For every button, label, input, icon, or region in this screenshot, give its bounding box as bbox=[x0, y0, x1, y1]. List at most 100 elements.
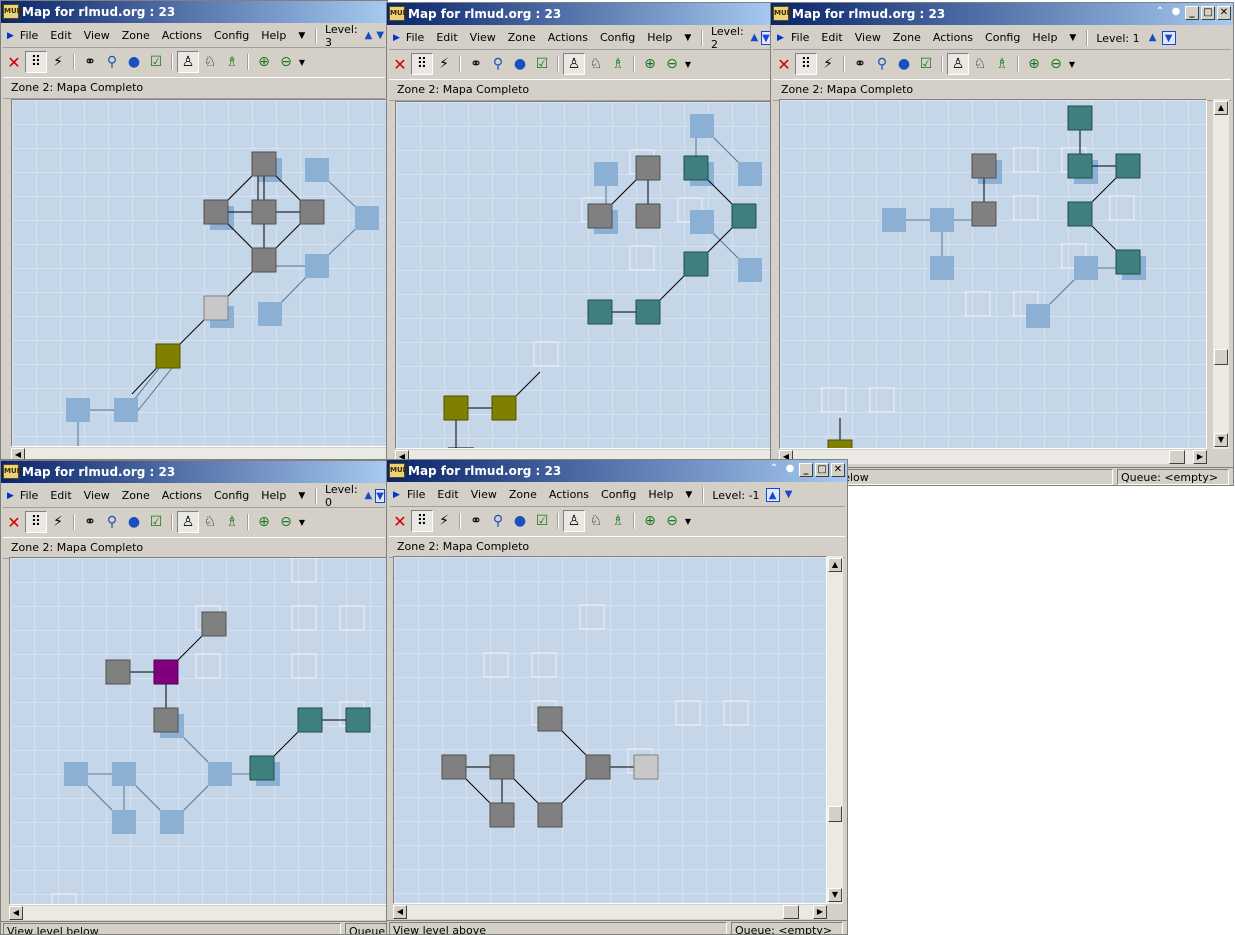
menu-config[interactable]: Config bbox=[594, 29, 641, 47]
scroll-down-button[interactable]: ▼ bbox=[828, 888, 842, 902]
walker-list-icon[interactable]: ♙ bbox=[177, 51, 199, 73]
vertical-scrollbar[interactable]: ▲ ▼ bbox=[827, 556, 843, 904]
menu-config[interactable]: Config bbox=[979, 29, 1026, 47]
level-down-button[interactable]: ▼ bbox=[782, 488, 796, 502]
title-bar[interactable]: MUD Map for rlmud.org : 23 ⌃ ● _ □ ✕ bbox=[771, 3, 1233, 25]
scroll-left-button[interactable]: ◀ bbox=[11, 448, 25, 459]
zoom-out-icon[interactable]: ⊖ bbox=[661, 510, 683, 532]
walker-path-icon[interactable]: ♘ bbox=[199, 511, 221, 533]
binoculars-icon[interactable]: ⚭ bbox=[465, 510, 487, 532]
map-canvas[interactable] bbox=[9, 557, 387, 905]
rollup-icon[interactable]: ⌃ bbox=[1153, 6, 1167, 20]
grid-icon[interactable]: ⠿ bbox=[25, 511, 47, 533]
menu-zone[interactable]: Zone bbox=[116, 27, 156, 45]
menu-actions[interactable]: Actions bbox=[156, 27, 208, 45]
menu-overflow-icon[interactable]: ▼ bbox=[1063, 33, 1082, 43]
menu-file[interactable]: File bbox=[400, 29, 430, 47]
menu-help[interactable]: Help bbox=[255, 487, 292, 505]
walker-icon[interactable]: ♗ bbox=[607, 53, 629, 75]
close-map-icon[interactable]: ✕ bbox=[773, 53, 795, 75]
level-up-button[interactable]: ▲ bbox=[364, 29, 374, 43]
map-canvas[interactable] bbox=[395, 101, 773, 449]
menu-grip-icon[interactable]: ▶ bbox=[393, 489, 401, 501]
scroll-thumb[interactable] bbox=[1214, 349, 1228, 365]
close-map-icon[interactable]: ✕ bbox=[389, 53, 411, 75]
close-button[interactable]: ✕ bbox=[1217, 6, 1231, 20]
menu-overflow-icon[interactable]: ▼ bbox=[678, 33, 697, 43]
menu-edit[interactable]: Edit bbox=[430, 29, 463, 47]
level-up-button[interactable]: ▲ bbox=[1146, 31, 1160, 45]
zoom-out-icon[interactable]: ⊖ bbox=[1045, 53, 1067, 75]
zoom-in-icon[interactable]: ⊕ bbox=[639, 53, 661, 75]
menu-grip-icon[interactable]: ▶ bbox=[7, 490, 14, 502]
magnifier-icon[interactable]: ⚲ bbox=[101, 511, 123, 533]
title-bar[interactable]: MUD Map for rlmud.org : 23 bbox=[1, 461, 387, 483]
find-user-icon[interactable]: ● bbox=[123, 51, 145, 73]
menu-view[interactable]: View bbox=[78, 487, 116, 505]
find-user-icon[interactable]: ● bbox=[509, 53, 531, 75]
magnifier-icon[interactable]: ⚲ bbox=[487, 53, 509, 75]
checkbox-icon[interactable]: ☑ bbox=[145, 511, 167, 533]
menu-zone[interactable]: Zone bbox=[502, 29, 542, 47]
find-user-icon[interactable]: ● bbox=[509, 510, 531, 532]
zoom-out-icon[interactable]: ⊖ bbox=[661, 53, 683, 75]
scroll-thumb[interactable] bbox=[783, 905, 799, 919]
map-canvas[interactable] bbox=[393, 556, 827, 904]
scroll-thumb[interactable] bbox=[1169, 450, 1185, 464]
walker-path-icon[interactable]: ♘ bbox=[585, 53, 607, 75]
walker-path-icon[interactable]: ♘ bbox=[969, 53, 991, 75]
wand-icon[interactable]: ⚡ bbox=[433, 510, 455, 532]
minimize-button[interactable]: _ bbox=[799, 463, 813, 477]
menu-zone[interactable]: Zone bbox=[116, 487, 156, 505]
walker-list-icon[interactable]: ♙ bbox=[563, 53, 585, 75]
title-bar[interactable]: MUD Map for rlmud.org : 23 bbox=[387, 3, 773, 25]
menu-view[interactable]: View bbox=[78, 27, 116, 45]
menu-help[interactable]: Help bbox=[1026, 29, 1063, 47]
minimize-button[interactable]: _ bbox=[1185, 6, 1199, 20]
walker-icon[interactable]: ♗ bbox=[221, 51, 243, 73]
menu-file[interactable]: File bbox=[14, 27, 44, 45]
grid-icon[interactable]: ⠿ bbox=[25, 51, 47, 73]
checkbox-icon[interactable]: ☑ bbox=[145, 51, 167, 73]
grid-icon[interactable]: ⠿ bbox=[795, 53, 817, 75]
scroll-up-button[interactable]: ▲ bbox=[1214, 101, 1228, 115]
menu-grip-icon[interactable]: ▶ bbox=[393, 32, 400, 44]
scroll-up-button[interactable]: ▲ bbox=[828, 558, 842, 572]
walker-icon[interactable]: ♗ bbox=[221, 511, 243, 533]
find-user-icon[interactable]: ● bbox=[893, 53, 915, 75]
zoom-dropdown-icon[interactable]: ▼ bbox=[1067, 53, 1077, 75]
horizontal-scrollbar[interactable]: ◀ bbox=[11, 447, 387, 459]
walker-list-icon[interactable]: ♙ bbox=[947, 53, 969, 75]
menu-config[interactable]: Config bbox=[595, 486, 642, 504]
wand-icon[interactable]: ⚡ bbox=[47, 51, 69, 73]
grid-icon[interactable]: ⠿ bbox=[411, 510, 433, 532]
wand-icon[interactable]: ⚡ bbox=[47, 511, 69, 533]
menu-actions[interactable]: Actions bbox=[542, 29, 594, 47]
horizontal-scrollbar[interactable]: ◀ bbox=[9, 905, 387, 920]
close-map-icon[interactable]: ✕ bbox=[3, 51, 25, 73]
scroll-right-button[interactable]: ▶ bbox=[813, 905, 827, 919]
menu-overflow-icon[interactable]: ▼ bbox=[292, 31, 311, 41]
walker-path-icon[interactable]: ♘ bbox=[199, 51, 221, 73]
zoom-dropdown-icon[interactable]: ▼ bbox=[297, 511, 307, 533]
menu-edit[interactable]: Edit bbox=[815, 29, 848, 47]
find-user-icon[interactable]: ● bbox=[123, 511, 145, 533]
title-bar[interactable]: MUD Map for rlmud.org : 23 bbox=[1, 1, 387, 23]
menu-overflow-icon[interactable]: ▼ bbox=[679, 490, 698, 500]
scroll-right-button[interactable]: ▶ bbox=[1193, 450, 1207, 464]
close-button[interactable]: ✕ bbox=[831, 463, 845, 477]
binoculars-icon[interactable]: ⚭ bbox=[79, 51, 101, 73]
menu-view[interactable]: View bbox=[849, 29, 887, 47]
close-map-icon[interactable]: ✕ bbox=[3, 511, 25, 533]
title-bar[interactable]: MUD Map for rlmud.org : 23 ⌃ ● _ □ ✕ bbox=[387, 460, 847, 482]
scroll-left-button[interactable]: ◀ bbox=[9, 906, 23, 920]
horizontal-scrollbar[interactable]: ◀ ▶ bbox=[393, 904, 827, 919]
menu-actions[interactable]: Actions bbox=[927, 29, 979, 47]
zoom-out-icon[interactable]: ⊖ bbox=[275, 51, 297, 73]
level-up-button[interactable]: ▲ bbox=[765, 488, 780, 502]
menu-overflow-icon[interactable]: ▼ bbox=[292, 491, 311, 501]
menu-actions[interactable]: Actions bbox=[543, 486, 595, 504]
level-down-button[interactable]: ▼ bbox=[375, 489, 386, 503]
walker-list-icon[interactable]: ♙ bbox=[563, 510, 585, 532]
binoculars-icon[interactable]: ⚭ bbox=[849, 53, 871, 75]
